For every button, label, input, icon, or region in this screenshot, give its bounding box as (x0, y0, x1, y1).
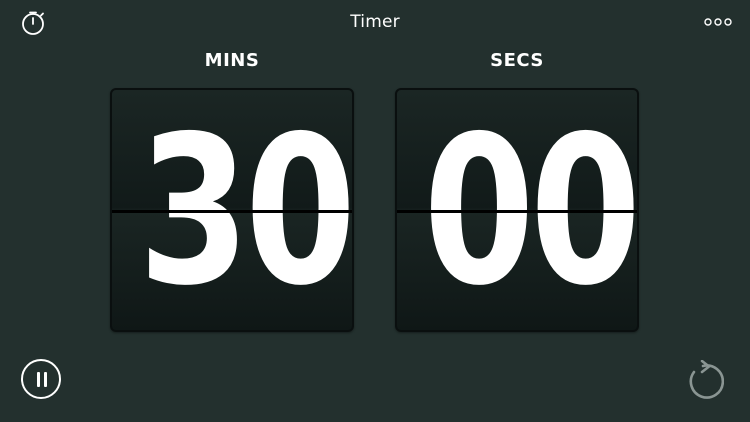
reset-button[interactable] (682, 359, 725, 402)
pause-icon-bar (44, 372, 47, 387)
more-options-button[interactable] (704, 14, 732, 28)
timer-screen: Timer MINS SECS 30 00 (0, 0, 750, 422)
seconds-flip-card[interactable]: 00 (395, 88, 639, 332)
seconds-label: SECS (490, 50, 544, 71)
minutes-label: MINS (204, 50, 260, 71)
pause-button[interactable] (21, 359, 61, 399)
pause-icon-bar (37, 372, 40, 387)
card-split-line (397, 210, 637, 213)
reset-icon (689, 359, 725, 399)
page-title: Timer (350, 12, 400, 32)
more-horizontal-icon (704, 18, 732, 26)
card-split-line (112, 210, 352, 213)
minutes-flip-card[interactable]: 30 (110, 88, 354, 332)
